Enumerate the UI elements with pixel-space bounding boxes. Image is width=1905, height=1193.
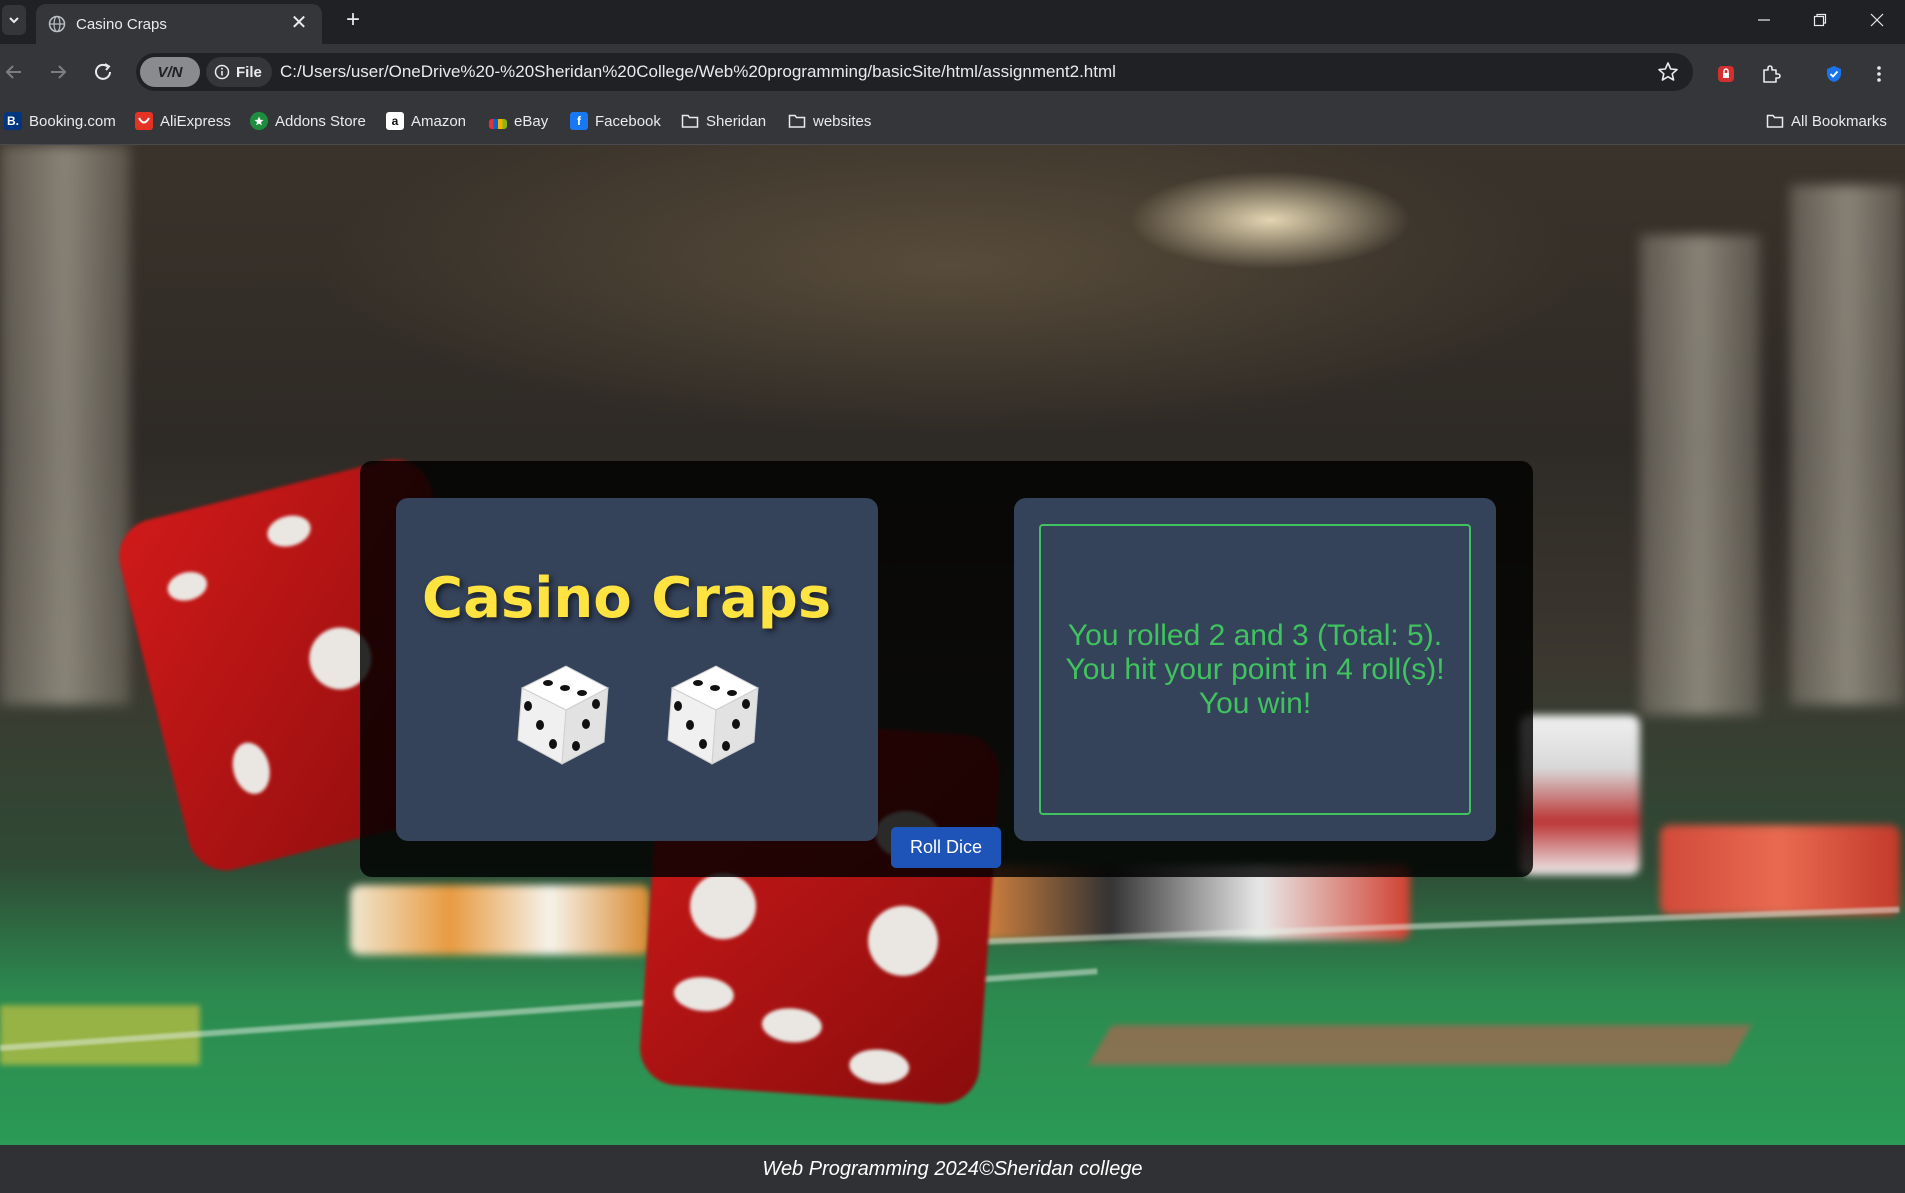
- bookmark-label: websites: [813, 112, 872, 130]
- ebay-icon: [489, 119, 507, 129]
- restore-icon: [1813, 13, 1827, 27]
- bookmark-folder-websites[interactable]: websites: [788, 110, 871, 132]
- felt-marking: [1088, 1025, 1752, 1065]
- die-pip: [264, 511, 314, 551]
- close-icon: [1870, 13, 1884, 27]
- vpn-extension-button[interactable]: V/N: [140, 57, 200, 87]
- folder-icon: [1766, 114, 1784, 128]
- puzzle-icon: [1763, 65, 1781, 83]
- bookmark-addons-store[interactable]: Addons Store: [250, 110, 366, 132]
- die-pip: [164, 567, 211, 605]
- extension-shield-button[interactable]: [1822, 62, 1846, 86]
- browser-tab-bar: Casino Craps ✕ +: [0, 0, 1905, 44]
- chevron-down-icon: [9, 17, 19, 24]
- amazon-icon: a: [386, 112, 404, 130]
- tab-title: Casino Craps: [76, 16, 167, 33]
- forward-button[interactable]: [44, 58, 72, 86]
- page-title: Casino Craps: [422, 566, 832, 631]
- bookmarks-bar: B. Booking.com AliExpress Addons Store a…: [0, 100, 1905, 145]
- minimize-button[interactable]: [1744, 6, 1784, 34]
- reload-icon: [95, 63, 111, 80]
- footer-text: Web Programming 2024©Sheridan college: [762, 1157, 1143, 1180]
- new-tab-button[interactable]: +: [340, 8, 366, 34]
- die-pip: [687, 871, 759, 942]
- die-pip: [672, 975, 735, 1014]
- folder-icon: [681, 114, 699, 128]
- address-bar[interactable]: V/N File C:/Users/user/OneDrive%20-%20Sh…: [136, 53, 1693, 91]
- bookmark-label: eBay: [514, 112, 549, 130]
- bookmark-star-icon[interactable]: [1657, 61, 1679, 83]
- result-card: You rolled 2 and 3 (Total: 5). You hit y…: [1014, 498, 1496, 841]
- globe-icon: [48, 15, 66, 33]
- browser-toolbar: V/N File C:/Users/user/OneDrive%20-%20Sh…: [0, 44, 1905, 100]
- facebook-icon: f: [570, 112, 588, 130]
- chip-stack: [1660, 825, 1900, 915]
- browser-tab[interactable]: Casino Craps ✕: [36, 4, 322, 44]
- roll-dice-button[interactable]: Roll Dice: [891, 827, 1001, 868]
- file-label: File: [236, 63, 262, 81]
- back-arrow-icon: [5, 65, 21, 79]
- bookmark-aliexpress[interactable]: AliExpress: [135, 110, 231, 132]
- result-point-text: You hit your point in 4 roll(s)!: [1065, 652, 1445, 686]
- die-pip: [227, 738, 275, 798]
- shield-lock-icon: [1718, 66, 1734, 82]
- bookmark-booking[interactable]: B. Booking.com: [4, 110, 116, 132]
- bookmark-amazon[interactable]: a Amazon: [386, 110, 466, 132]
- chip-stack: [350, 885, 650, 955]
- die-pip: [760, 1006, 823, 1045]
- minimize-icon: [1758, 19, 1770, 21]
- bookmark-facebook[interactable]: f Facebook: [570, 110, 661, 132]
- all-bookmarks-button[interactable]: All Bookmarks: [1766, 110, 1887, 132]
- vpn-label: V/N: [157, 63, 183, 81]
- result-outcome-text: You win!: [1198, 686, 1312, 720]
- result-message-box: You rolled 2 and 3 (Total: 5). You hit y…: [1039, 524, 1471, 815]
- shield-check-icon: [1827, 66, 1841, 82]
- page-footer: Web Programming 2024©Sheridan college: [0, 1145, 1905, 1193]
- page-viewport: Casino Craps Roll Dice You rolled 2 and …: [0, 145, 1905, 1145]
- tab-search-button[interactable]: [2, 5, 26, 35]
- bookmark-ebay[interactable]: eBay: [489, 110, 548, 132]
- game-panel: Casino Craps Roll Dice You rolled 2 and …: [360, 461, 1533, 877]
- bookmark-label: AliExpress: [160, 112, 231, 130]
- url-text[interactable]: C:/Users/user/OneDrive%20-%20Sheridan%20…: [280, 62, 1116, 82]
- forward-arrow-icon: [51, 65, 67, 79]
- background-pillar: [0, 145, 130, 705]
- bookmark-folder-sheridan[interactable]: Sheridan: [681, 110, 766, 132]
- dice-icon: [667, 665, 760, 765]
- background-pillar: [1640, 235, 1760, 715]
- bookmark-label: Addons Store: [275, 112, 366, 130]
- extension-red-button[interactable]: [1714, 62, 1738, 86]
- title-card: Casino Craps: [396, 498, 878, 841]
- bookmark-label: Facebook: [595, 112, 661, 130]
- more-vert-icon: [1877, 66, 1881, 82]
- die-pip: [865, 903, 941, 979]
- bookmark-label: Amazon: [411, 112, 467, 130]
- dice-icon: [517, 665, 610, 765]
- bookmark-label: Sheridan: [706, 112, 767, 130]
- chip-stack: [1520, 715, 1640, 875]
- close-window-button[interactable]: [1857, 6, 1897, 34]
- extensions-button[interactable]: [1759, 62, 1783, 86]
- result-roll-text: You rolled 2 and 3 (Total: 5).: [1067, 618, 1443, 652]
- back-button[interactable]: [0, 58, 28, 86]
- site-info-chip[interactable]: File: [206, 57, 272, 87]
- reload-button[interactable]: [89, 58, 117, 86]
- addons-store-icon: [250, 112, 268, 130]
- restore-button[interactable]: [1800, 6, 1840, 34]
- browser-menu-button[interactable]: [1867, 62, 1891, 86]
- die-pip: [848, 1047, 911, 1086]
- info-icon: [214, 64, 230, 80]
- bookmark-label: Booking.com: [29, 112, 116, 130]
- close-tab-icon[interactable]: ✕: [288, 12, 310, 34]
- aliexpress-icon: [135, 112, 153, 130]
- all-bookmarks-label: All Bookmarks: [1791, 112, 1887, 130]
- folder-icon: [788, 114, 806, 128]
- background-pillar: [1790, 185, 1905, 705]
- booking-icon: B.: [4, 112, 22, 130]
